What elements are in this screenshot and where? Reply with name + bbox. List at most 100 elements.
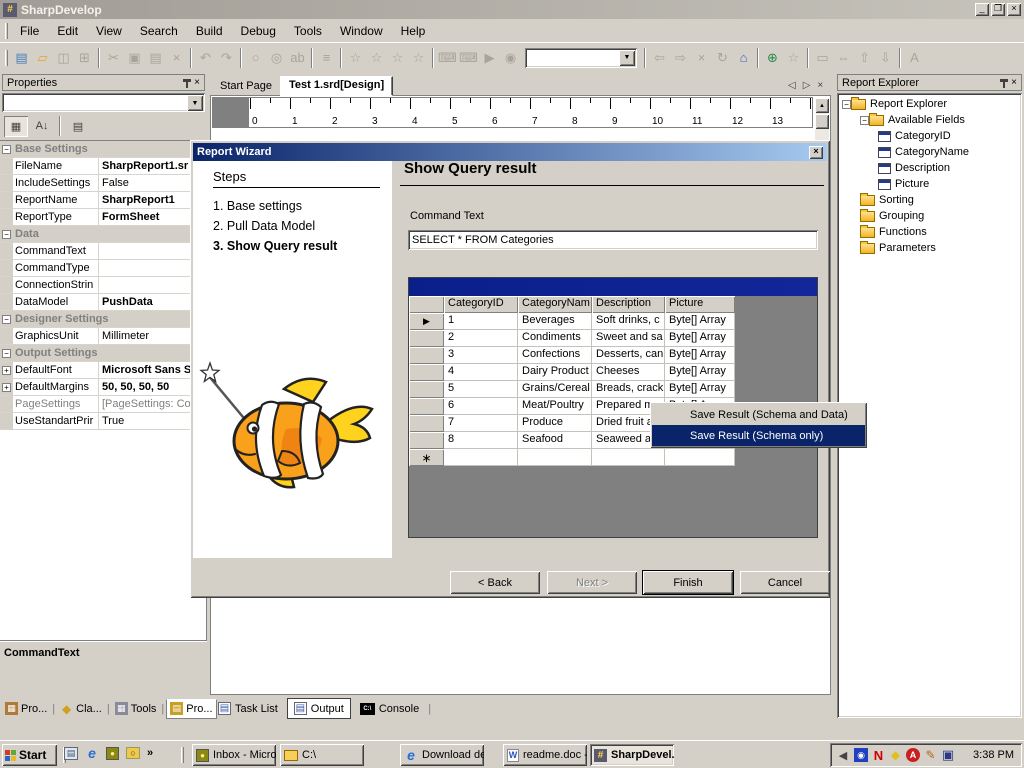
properties-object-combobox[interactable]: ▼ bbox=[2, 93, 205, 112]
grid-cell[interactable]: Beverages bbox=[518, 313, 592, 330]
document-tab-test-1-srd-design[interactable]: Test 1.srd[Design] bbox=[280, 76, 393, 96]
property-row-commandtext[interactable]: CommandText bbox=[0, 243, 206, 260]
chevron-down-icon[interactable]: ▼ bbox=[619, 50, 635, 66]
tab-tools[interactable]: ▦Tools bbox=[112, 699, 160, 719]
grid-row-selector[interactable] bbox=[409, 364, 444, 381]
menu-item-file[interactable]: File bbox=[11, 20, 48, 42]
run-icon[interactable]: ▶ bbox=[479, 47, 500, 69]
macro-record-icon[interactable]: ⌨ bbox=[437, 47, 458, 69]
save-all-icon[interactable]: ⊞ bbox=[74, 47, 95, 69]
menu-item-view[interactable]: View bbox=[87, 20, 131, 42]
property-row-pagesettings[interactable]: PageSettings[PageSettings: Colo bbox=[0, 396, 206, 413]
outline-icon[interactable]: ≡ bbox=[316, 47, 337, 69]
task-inbox[interactable]: ●Inbox - Micro... bbox=[192, 744, 276, 766]
property-row-includesettings[interactable]: IncludeSettingsFalse bbox=[0, 175, 206, 192]
bookmark-next-icon[interactable]: ☆ bbox=[387, 47, 408, 69]
collapse-icon[interactable]: − bbox=[2, 145, 11, 154]
network-icon[interactable]: ▣ bbox=[941, 748, 955, 762]
properties-panel-titlebar[interactable]: Properties × bbox=[2, 74, 205, 91]
collapse-icon[interactable]: − bbox=[2, 230, 11, 239]
pin-icon[interactable] bbox=[999, 78, 1008, 88]
ie-icon[interactable]: e bbox=[85, 746, 99, 760]
browser-back-icon[interactable]: ⇦ bbox=[649, 47, 670, 69]
tree-item-report-explorer[interactable]: −Report Explorer bbox=[840, 96, 1022, 112]
property-row-datamodel[interactable]: DataModelPushData bbox=[0, 294, 206, 311]
property-row-graphicsunit[interactable]: GraphicsUnitMillimeter bbox=[0, 328, 206, 345]
grid-column-header[interactable]: CategoryID bbox=[444, 296, 518, 313]
finish-button[interactable]: Finish bbox=[643, 571, 733, 594]
browser-stop-icon[interactable]: × bbox=[691, 47, 712, 69]
expand-icon[interactable]: + bbox=[2, 366, 11, 375]
tab-projects[interactable]: ▦Pro... bbox=[2, 699, 50, 719]
document-tab-start-page[interactable]: Start Page bbox=[212, 78, 280, 96]
copy-icon[interactable]: ▣ bbox=[124, 47, 145, 69]
tree-item-categoryid[interactable]: CategoryID bbox=[840, 128, 1022, 144]
pgp-icon[interactable]: ◆ bbox=[889, 748, 902, 762]
tab-scroll-left-icon[interactable]: ◁ bbox=[788, 80, 796, 91]
font-icon[interactable]: A bbox=[904, 47, 925, 69]
report-explorer-titlebar[interactable]: Report Explorer × bbox=[837, 74, 1022, 91]
bookmark-clear-icon[interactable]: ☆ bbox=[408, 47, 429, 69]
collapse-icon[interactable]: − bbox=[842, 100, 851, 109]
property-category-designer-settings[interactable]: −Designer Settings bbox=[0, 311, 206, 328]
property-row-reporttype[interactable]: ReportTypeFormSheet bbox=[0, 209, 206, 226]
search-icon[interactable]: ○ bbox=[126, 747, 140, 759]
grid-cell[interactable] bbox=[592, 449, 665, 466]
grid-column-header[interactable]: CategoryNam bbox=[518, 296, 592, 313]
grid-cell[interactable]: 8 bbox=[444, 432, 518, 449]
grid-cell[interactable] bbox=[665, 449, 735, 466]
tab-output[interactable]: ▤Output bbox=[287, 698, 351, 719]
tree-item-categoryname[interactable]: CategoryName bbox=[840, 144, 1022, 160]
menu-item-help[interactable]: Help bbox=[392, 20, 435, 42]
grid-cell[interactable]: Seafood bbox=[518, 432, 592, 449]
close-icon[interactable]: × bbox=[809, 146, 823, 159]
paste-icon[interactable]: ▤ bbox=[145, 47, 166, 69]
tree-item-parameters[interactable]: Parameters bbox=[840, 240, 1022, 256]
new-file-icon[interactable]: ▤ bbox=[11, 47, 32, 69]
grid-cell[interactable]: Desserts, can bbox=[592, 347, 665, 364]
close-button[interactable]: × bbox=[1007, 3, 1021, 16]
grid-cell[interactable] bbox=[444, 449, 518, 466]
grid-cell[interactable]: Cheeses bbox=[592, 364, 665, 381]
move-down-icon[interactable]: ⇩ bbox=[875, 47, 896, 69]
grid-cell[interactable]: Confections bbox=[518, 347, 592, 364]
scroll-up-icon[interactable]: ▲ bbox=[815, 98, 829, 113]
bookmark-toggle-icon[interactable]: ☆ bbox=[345, 47, 366, 69]
stop-icon[interactable]: ◉ bbox=[500, 47, 521, 69]
grid-row-selector[interactable] bbox=[409, 330, 444, 347]
collapse-icon[interactable]: − bbox=[2, 349, 11, 358]
start-button[interactable]: Start bbox=[2, 744, 57, 766]
window-titlebar[interactable]: # SharpDevelop _❐× bbox=[0, 0, 1024, 19]
grid-new-row-selector[interactable]: ∗ bbox=[409, 449, 444, 466]
quick-launch-overflow-icon[interactable]: » bbox=[147, 747, 153, 759]
grid-row-selector[interactable] bbox=[409, 381, 444, 398]
toolbar-combobox[interactable]: ▼ bbox=[525, 48, 637, 68]
property-row-commandtype[interactable]: CommandType bbox=[0, 260, 206, 277]
tab-scroll-right-icon[interactable]: ▷ bbox=[803, 80, 811, 91]
undo-icon[interactable]: ↶ bbox=[195, 47, 216, 69]
delete-icon[interactable]: × bbox=[166, 47, 187, 69]
grid-column-header[interactable]: Description bbox=[592, 296, 665, 313]
layout-icon[interactable]: ▭ bbox=[812, 47, 833, 69]
favorites-icon[interactable]: ☆ bbox=[783, 47, 804, 69]
tree-item-description[interactable]: Description bbox=[840, 160, 1022, 176]
grid-cell[interactable]: 5 bbox=[444, 381, 518, 398]
antivirus-icon[interactable]: N bbox=[872, 748, 885, 762]
grid-cell[interactable]: Byte[] Array bbox=[665, 364, 735, 381]
grid-cell[interactable]: Byte[] Array bbox=[665, 313, 735, 330]
property-row-connectionstrin[interactable]: ConnectionStrin bbox=[0, 277, 206, 294]
collapse-icon[interactable]: − bbox=[860, 116, 869, 125]
move-up-icon[interactable]: ⇧ bbox=[854, 47, 875, 69]
menu-item-tools[interactable]: Tools bbox=[285, 20, 331, 42]
find-next-icon[interactable]: ◎ bbox=[266, 47, 287, 69]
outlook-icon[interactable]: ● bbox=[106, 747, 119, 760]
grid-cell[interactable]: Byte[] Array bbox=[665, 381, 735, 398]
dialog-titlebar[interactable]: Report Wizard × bbox=[193, 143, 827, 161]
grid-row-selector[interactable] bbox=[409, 347, 444, 364]
tab-properties[interactable]: ▤Pro... bbox=[166, 699, 216, 719]
tab-classes[interactable]: ◆Cla... bbox=[57, 699, 105, 719]
menu-item-save-result-schema-and-data[interactable]: Save Result (Schema and Data) bbox=[652, 404, 865, 425]
alphabetical-sort-icon[interactable]: A↓ bbox=[30, 116, 54, 137]
menu-item-window[interactable]: Window bbox=[331, 20, 392, 42]
task-c-drive[interactable]: C:\ bbox=[280, 744, 364, 766]
